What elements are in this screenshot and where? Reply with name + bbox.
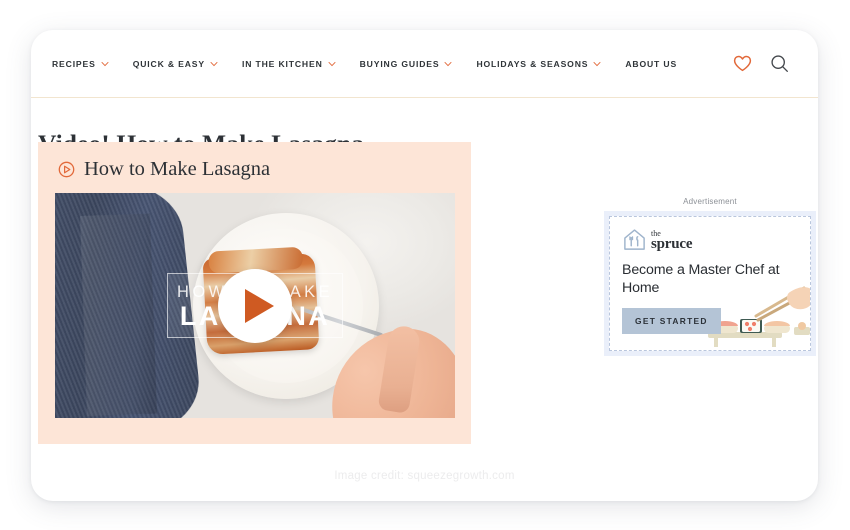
video-card-header: How to Make Lasagna xyxy=(55,158,454,181)
nav-item-holidays-and-seasons[interactable]: HOLIDAYS & SEASONS xyxy=(464,59,613,69)
nav-item-label: HOLIDAYS & SEASONS xyxy=(476,58,589,69)
heart-icon xyxy=(733,55,751,72)
play-triangle-icon xyxy=(244,288,274,323)
nav-item-label: ABOUT US xyxy=(625,58,678,69)
chevron-down-icon xyxy=(328,61,336,66)
nav-item-label: BUYING GUIDES xyxy=(359,58,440,69)
ad-brand-name: spruce xyxy=(651,236,693,252)
chevron-down-icon xyxy=(444,61,452,66)
chevron-down-icon xyxy=(101,61,109,66)
nav-item-label: RECIPES xyxy=(52,58,96,69)
advertisement-label: Advertisement xyxy=(683,197,737,206)
ad-frame: the spruce Become a Master Chef at Home … xyxy=(604,211,816,356)
chevron-down-icon xyxy=(593,61,601,66)
nav-item-recipes[interactable]: RECIPES xyxy=(52,59,121,69)
nav-items: RECIPES QUICK & EASY IN THE KITCHEN BUYI… xyxy=(52,59,732,69)
play-circle-icon xyxy=(58,161,75,178)
screenshot-root: RECIPES QUICK & EASY IN THE KITCHEN BUYI… xyxy=(0,0,850,530)
advertisement-region: Advertisement the spruce Become a Master… xyxy=(604,197,816,356)
video-promo-card: How to Make Lasagna HOW TO MAKE LASAGNA xyxy=(38,142,471,444)
favorites-button[interactable] xyxy=(732,54,752,74)
nav-icon-group xyxy=(732,54,798,74)
chevron-down-icon xyxy=(210,61,218,66)
search-icon xyxy=(770,55,788,72)
nav-item-buying-guides[interactable]: BUYING GUIDES xyxy=(348,59,465,69)
ad-brand-logo: the spruce xyxy=(622,227,798,252)
ad-brand-text: the spruce xyxy=(651,230,692,252)
image-credit: Image credit: squeezegrowth.com xyxy=(334,470,515,482)
house-utensils-logo-icon xyxy=(624,229,645,250)
search-button[interactable] xyxy=(769,54,789,74)
video-thumbnail[interactable]: HOW TO MAKE LASAGNA xyxy=(55,193,455,418)
ad-headline: Become a Master Chef at Home xyxy=(622,262,780,297)
nav-item-in-the-kitchen[interactable]: IN THE KITCHEN xyxy=(230,59,348,69)
site-navigation: RECIPES QUICK & EASY IN THE KITCHEN BUYI… xyxy=(31,30,818,98)
ad-creative[interactable]: the spruce Become a Master Chef at Home … xyxy=(609,216,811,351)
nav-item-quick-and-easy[interactable]: QUICK & EASY xyxy=(121,59,230,69)
page-card: RECIPES QUICK & EASY IN THE KITCHEN BUYI… xyxy=(31,30,818,501)
get-started-button[interactable]: GET STARTED xyxy=(622,308,721,335)
play-button[interactable] xyxy=(218,268,292,343)
nav-item-about-us[interactable]: ABOUT US xyxy=(613,59,689,69)
nav-item-label: QUICK & EASY xyxy=(132,58,205,69)
nav-item-label: IN THE KITCHEN xyxy=(241,58,323,69)
video-card-title: How to Make Lasagna xyxy=(84,158,271,180)
